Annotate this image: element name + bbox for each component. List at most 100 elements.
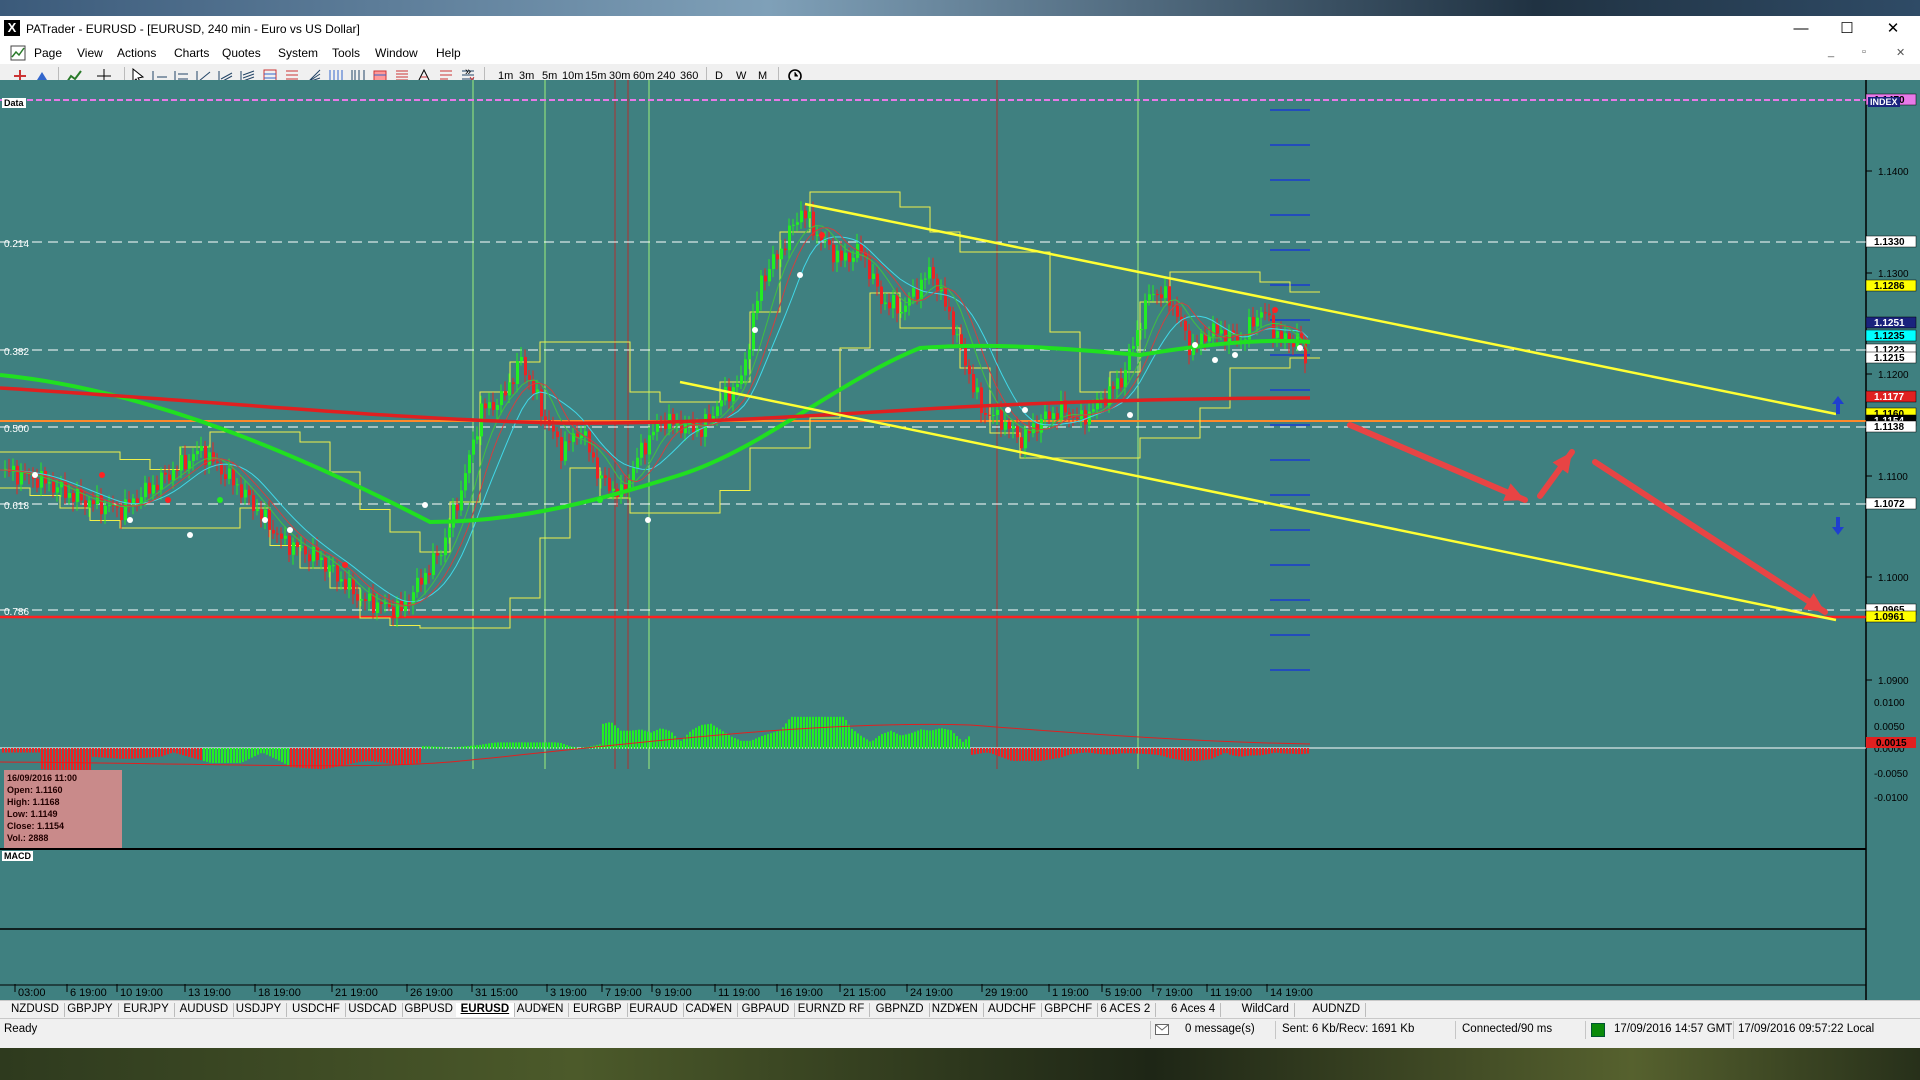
toolbar-overflow-button[interactable]: » bbox=[465, 66, 471, 78]
candle-body bbox=[724, 386, 727, 401]
macd-histogram-bar bbox=[1025, 748, 1027, 761]
candle-body bbox=[380, 602, 383, 604]
menu-charts[interactable]: Charts bbox=[174, 46, 209, 60]
symbol-tab-usdjpy[interactable]: USDJPY bbox=[231, 1003, 288, 1017]
macd-histogram-bar bbox=[251, 748, 253, 758]
symbol-tab-gbpusd[interactable]: GBPUSD bbox=[399, 1003, 459, 1017]
mail-icon[interactable] bbox=[1155, 1024, 1169, 1035]
symbol-tab-wildcard[interactable]: WildCard bbox=[1237, 1003, 1295, 1017]
candle-body bbox=[324, 557, 327, 572]
candle-body bbox=[528, 375, 531, 380]
candle-body bbox=[300, 546, 303, 548]
candle-body bbox=[1184, 320, 1187, 331]
macd-histogram-bar bbox=[449, 747, 451, 749]
candle-body bbox=[1048, 411, 1051, 419]
symbol-tab-6-aces-2[interactable]: 6 ACES 2 bbox=[1095, 1003, 1157, 1017]
macd-histogram-bar bbox=[152, 748, 154, 758]
page-chart-icon[interactable] bbox=[10, 45, 26, 61]
candle-body bbox=[376, 602, 379, 614]
macd-histogram-bar bbox=[752, 739, 754, 749]
symbol-tab-usdchf[interactable]: USDCHF bbox=[287, 1003, 346, 1017]
symbol-tab-cad-en[interactable]: CAD¥EN bbox=[680, 1003, 739, 1017]
macd-histogram-bar bbox=[839, 716, 841, 749]
signal-dot bbox=[1297, 345, 1303, 351]
macd-histogram-bar bbox=[743, 740, 745, 749]
symbol-tab-audchf[interactable]: AUDCHF bbox=[983, 1003, 1042, 1017]
menu-tools[interactable]: Tools bbox=[332, 46, 360, 60]
menu-system[interactable]: System bbox=[278, 46, 318, 60]
macd-histogram-bar bbox=[356, 748, 358, 763]
mdi-minimize-button[interactable]: _ bbox=[1828, 46, 1834, 58]
macd-histogram-bar bbox=[431, 746, 433, 749]
maximize-button[interactable]: ☐ bbox=[1824, 16, 1870, 42]
macd-histogram-bar bbox=[923, 729, 925, 749]
macd-histogram-bar bbox=[1016, 748, 1018, 761]
macd-histogram-bar bbox=[962, 741, 964, 749]
symbol-tab-6-aces-4[interactable]: 6 Aces 4 bbox=[1166, 1003, 1222, 1017]
close-button[interactable]: ✕ bbox=[1870, 16, 1916, 42]
ohlc-date: 16/09/2016 11:00 bbox=[7, 773, 78, 783]
candle-body bbox=[568, 441, 571, 443]
macd-histogram-bar bbox=[1082, 748, 1084, 753]
candle-body bbox=[144, 482, 147, 498]
macd-histogram-bar bbox=[887, 731, 889, 749]
symbol-tab-eurusd[interactable]: EURUSD bbox=[455, 1003, 516, 1017]
symbol-tab-euraud[interactable]: EURAUD bbox=[624, 1003, 684, 1017]
symbol-tab-gbpjpy[interactable]: GBPJPY bbox=[62, 1003, 119, 1017]
macd-histogram-bar bbox=[830, 716, 832, 749]
menu-actions[interactable]: Actions bbox=[117, 46, 156, 60]
minimize-button[interactable]: — bbox=[1778, 16, 1824, 42]
macd-histogram-bar bbox=[419, 748, 421, 763]
status-gmt-time: 17/09/2016 14:57 GMT bbox=[1614, 1023, 1733, 1035]
candle-body bbox=[108, 504, 111, 506]
x-axis-label: 10 19:00 bbox=[120, 987, 163, 999]
macd-histogram-bar bbox=[125, 748, 127, 759]
menu-help[interactable]: Help bbox=[436, 46, 461, 60]
symbol-tab-eurgbp[interactable]: EURGBP bbox=[568, 1003, 628, 1017]
symbol-tab-gbpaud[interactable]: GBPAUD bbox=[737, 1003, 796, 1017]
symbol-tab-audnzd[interactable]: AUDNZD bbox=[1307, 1003, 1367, 1017]
status-connection: Connected/90 ms bbox=[1462, 1023, 1553, 1035]
menu-quotes[interactable]: Quotes bbox=[222, 46, 261, 60]
candle-body bbox=[736, 384, 739, 388]
candle-body bbox=[216, 461, 219, 463]
macd-histogram-bar bbox=[143, 748, 145, 758]
macd-histogram-bar bbox=[392, 748, 394, 764]
symbol-tab-nzdusd[interactable]: NZDUSD bbox=[6, 1003, 65, 1017]
status-messages[interactable]: 0 message(s) bbox=[1185, 1023, 1255, 1035]
chart-canvas[interactable]: 0.2140.3820.5000.6180.786 03:00 6 19:00 10… bbox=[0, 80, 1920, 1000]
price-badge-label: 1.1138 bbox=[1874, 422, 1904, 433]
macd-histogram-bar bbox=[44, 748, 46, 770]
menu-window[interactable]: Window bbox=[375, 46, 418, 60]
candle-body bbox=[488, 402, 491, 409]
macd-histogram-bar bbox=[350, 748, 352, 764]
symbol-tab-eurnzd-rf[interactable]: EURNZD RF bbox=[793, 1003, 871, 1017]
candle-body bbox=[840, 250, 843, 261]
symbol-tab-aud-en[interactable]: AUD¥EN bbox=[512, 1003, 570, 1017]
mdi-close-button[interactable]: ✕ bbox=[1896, 46, 1905, 59]
symbol-tab-usdcad[interactable]: USDCAD bbox=[343, 1003, 403, 1017]
signal-dot bbox=[99, 472, 105, 478]
mdi-restore-button[interactable]: ▫ bbox=[1862, 46, 1866, 58]
menu-page[interactable]: Page bbox=[34, 46, 62, 60]
candle-body bbox=[88, 500, 91, 507]
macd-histogram-bar bbox=[1202, 748, 1204, 761]
candle-body bbox=[684, 424, 687, 434]
candle-body bbox=[1016, 426, 1019, 438]
macd-histogram-bar bbox=[1067, 748, 1069, 756]
symbol-tab-audusd[interactable]: AUDUSD bbox=[175, 1003, 235, 1017]
price-badge-label: 1.1251 bbox=[1874, 318, 1905, 329]
macd-histogram-bar bbox=[806, 716, 808, 749]
symbol-tab-nzd-en[interactable]: NZD¥EN bbox=[927, 1003, 984, 1017]
candle-body bbox=[1120, 378, 1123, 388]
symbol-tab-gbpchf[interactable]: GBPCHF bbox=[1039, 1003, 1099, 1017]
menu-view[interactable]: View bbox=[77, 46, 103, 60]
macd-histogram-bar bbox=[23, 748, 25, 753]
symbol-tab-eurjpy[interactable]: EURJPY bbox=[118, 1003, 175, 1017]
macd-histogram-bar bbox=[812, 716, 814, 749]
x-axis-label: 11 19:00 bbox=[1210, 987, 1252, 999]
macd-histogram-bar bbox=[380, 748, 382, 763]
symbol-tab-gbpnzd[interactable]: GBPNZD bbox=[871, 1003, 930, 1017]
macd-histogram-bar bbox=[638, 729, 640, 749]
macd-histogram-bar bbox=[659, 728, 661, 749]
